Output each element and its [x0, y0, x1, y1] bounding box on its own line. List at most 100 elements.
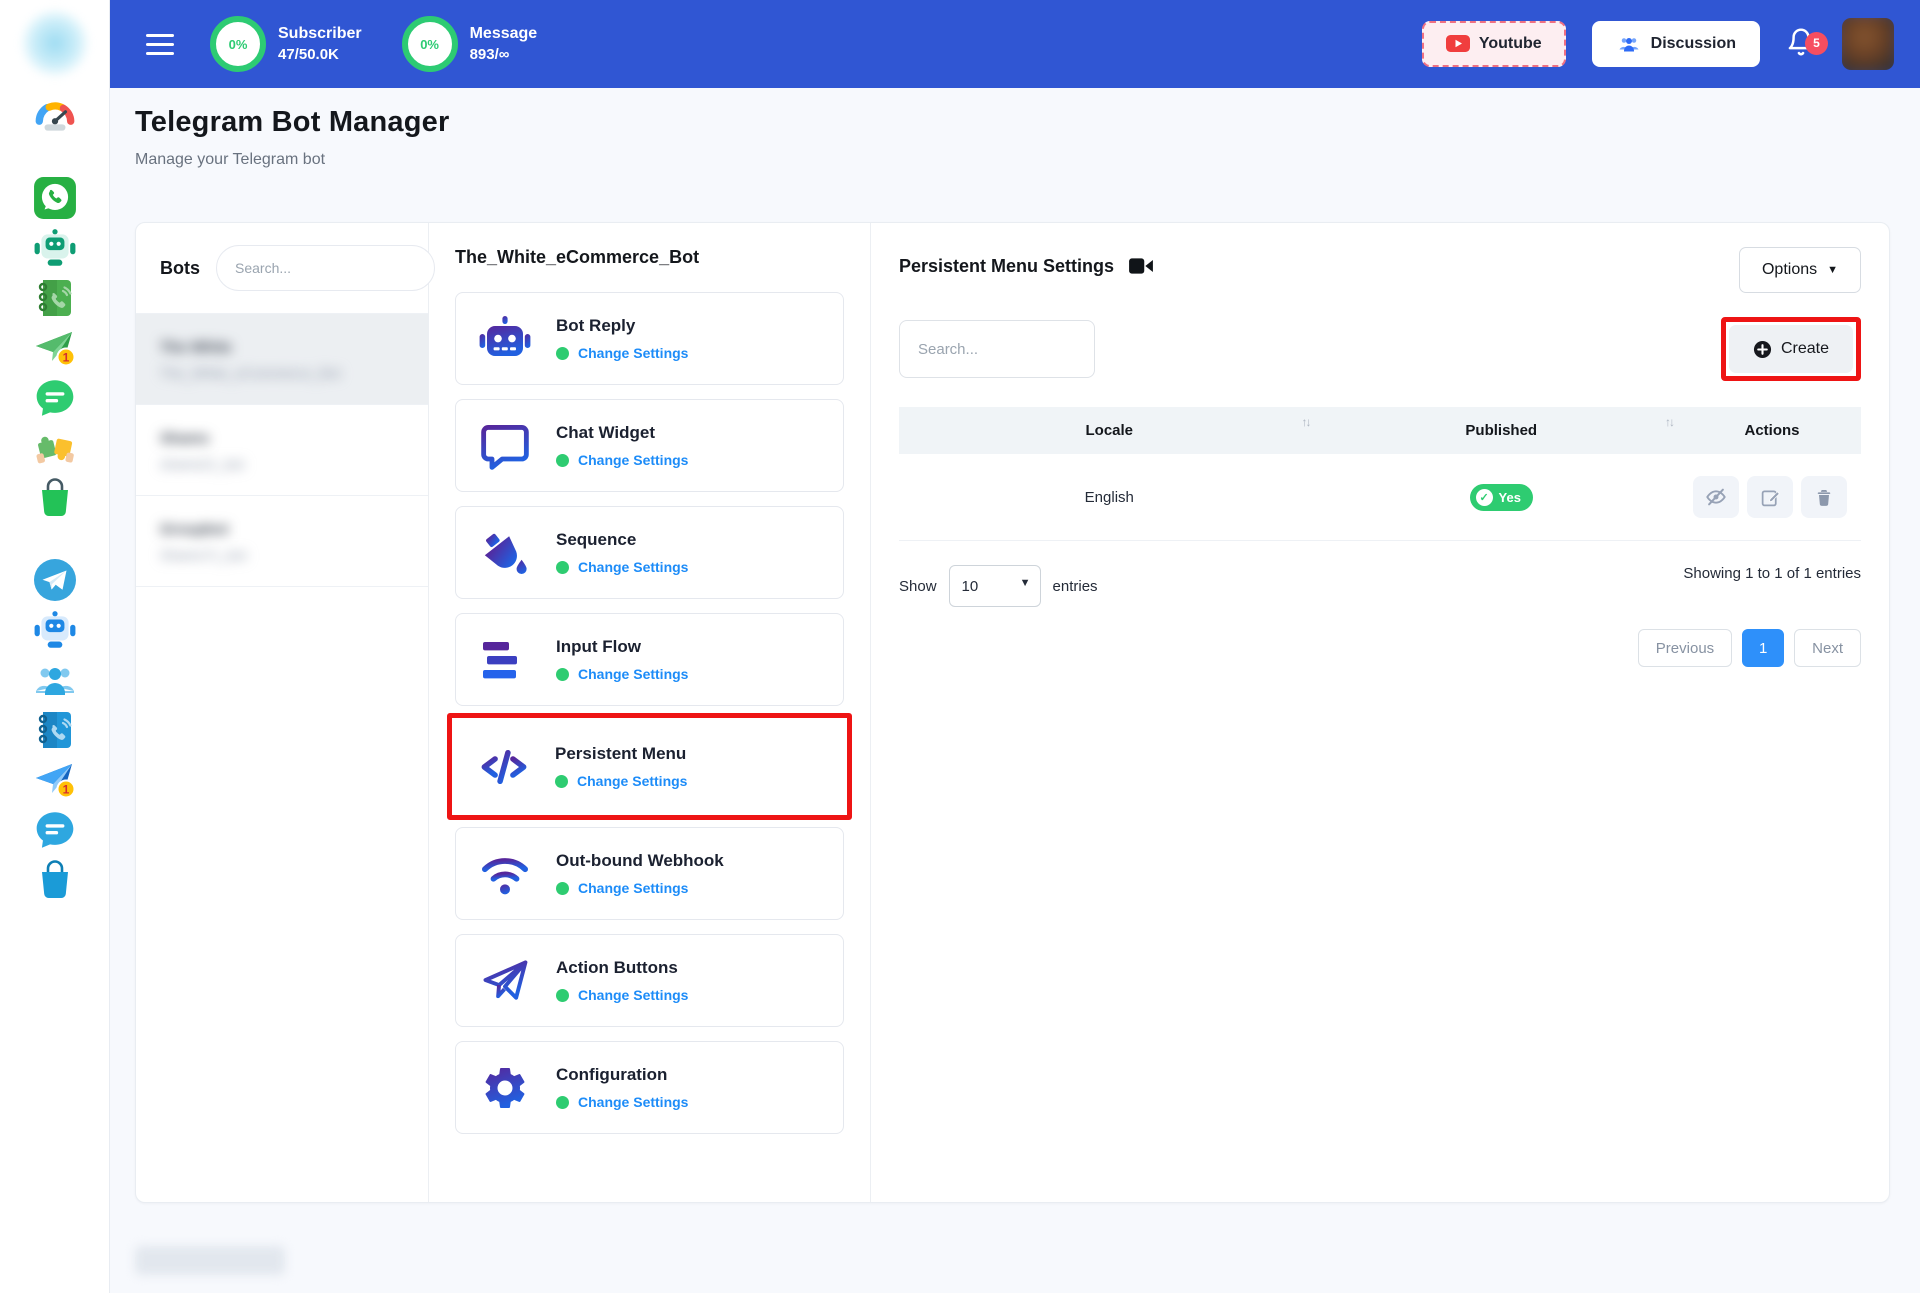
whatsapp-icon[interactable] [31, 174, 79, 222]
discussion-button[interactable]: Discussion [1591, 21, 1760, 67]
svg-text:1: 1 [62, 783, 69, 797]
status-dot [556, 453, 569, 467]
menu-card-title: Out-bound Webhook [556, 851, 724, 870]
chat-widget-icon [476, 417, 534, 475]
eye-slash-icon [1706, 488, 1726, 506]
sequence-icon [476, 524, 534, 582]
bot-list-item[interactable]: The White The_White_eCommerce_Bot [136, 314, 428, 405]
telegram-contacts-icon[interactable] [31, 706, 79, 754]
locale-cell: English [899, 454, 1320, 541]
next-page-button[interactable]: Next [1794, 629, 1861, 667]
settings-search-input[interactable] [899, 320, 1095, 378]
create-button-highlight: Create [1720, 317, 1861, 381]
options-button[interactable]: Options ▼ [1738, 247, 1861, 293]
menu-card-bot-reply[interactable]: Bot Reply Change Settings [455, 292, 844, 385]
notification-bell-button[interactable]: 5 [1786, 26, 1828, 63]
edit-pencil-icon [1761, 490, 1780, 506]
options-label: Options [1761, 261, 1818, 278]
change-settings-link[interactable]: Change Settings [578, 452, 688, 468]
message-progress-ring: 0% [401, 16, 458, 72]
message-label: Message [469, 25, 538, 42]
create-button[interactable]: Create [1728, 325, 1853, 373]
telegram-store-icon[interactable] [31, 856, 79, 904]
message-value: 893/∞ [469, 46, 510, 63]
previous-page-button[interactable]: Previous [1637, 629, 1733, 667]
svg-text:1: 1 [62, 351, 69, 365]
hamburger-menu-icon[interactable] [146, 33, 174, 55]
column-header-locale[interactable]: Locale ↑↓ [899, 407, 1320, 454]
status-dot [556, 1095, 569, 1109]
footer-blurred-text [135, 1246, 285, 1275]
integration-icon[interactable] [31, 424, 79, 472]
sort-icon[interactable]: ↑↓ [1665, 415, 1675, 429]
youtube-button[interactable]: Youtube [1421, 21, 1566, 67]
edit-button[interactable] [1747, 476, 1793, 518]
whatsapp-bot-icon[interactable] [31, 224, 79, 272]
status-dot [556, 346, 569, 360]
telegram-broadcast-icon[interactable]: 1 [31, 756, 79, 804]
change-settings-link[interactable]: Change Settings [578, 987, 688, 1003]
column-header-published[interactable]: Published ↑↓ [1319, 407, 1683, 454]
whatsapp-chat-icon[interactable] [31, 374, 79, 422]
change-settings-link[interactable]: Change Settings [578, 559, 688, 575]
menu-card-persistent-menu[interactable]: Persistent Menu Change Settings [455, 720, 844, 813]
check-icon: ✓ [1475, 488, 1493, 506]
whatsapp-store-icon[interactable] [31, 474, 79, 522]
current-page-button[interactable]: 1 [1742, 629, 1785, 667]
bot-username: shams21_bot [160, 456, 245, 472]
pagination: Previous 1 Next [899, 629, 1861, 667]
selected-bot-title: The_White_eCommerce_Bot [455, 247, 700, 267]
discussion-users-icon [1619, 38, 1639, 52]
show-label: Show [899, 577, 937, 595]
user-avatar[interactable] [1842, 18, 1894, 70]
change-settings-link[interactable]: Change Settings [578, 345, 688, 361]
telegram-chat-icon[interactable] [31, 806, 79, 854]
telegram-group-icon[interactable] [31, 656, 79, 704]
change-settings-link[interactable]: Change Settings [578, 880, 688, 896]
bots-search-input[interactable] [216, 245, 435, 291]
menu-card-title: Input Flow [556, 637, 641, 656]
table-row: English ✓ Yes [899, 454, 1861, 541]
top-bar: 0% Subscriber 47/50.0K 0% Message 893/∞ … [110, 0, 1920, 88]
trash-icon [1817, 489, 1831, 506]
dashboard-icon[interactable] [31, 92, 79, 140]
bot-reply-icon [476, 310, 534, 368]
whatsapp-contacts-icon[interactable] [31, 274, 79, 322]
menu-card-sequence[interactable]: Sequence Change Settings [455, 506, 844, 599]
action-buttons-icon [476, 952, 534, 1010]
bot-username: Shams71_bot [160, 547, 247, 563]
message-stat: 0% Message 893/∞ [401, 16, 538, 72]
video-tutorial-icon[interactable] [1128, 255, 1154, 277]
persistent-menu-table: Locale ↑↓ Published ↑↓ Actions English ✓… [899, 407, 1861, 541]
bot-list-item[interactable]: Shams shams21_bot [136, 405, 428, 496]
entries-per-page-select[interactable]: 10 [948, 565, 1041, 607]
menu-card-outbound-webhook[interactable]: Out-bound Webhook Change Settings [455, 827, 844, 920]
menu-card-input-flow[interactable]: Input Flow Change Settings [455, 613, 844, 706]
menu-card-configuration[interactable]: Configuration Change Settings [455, 1041, 844, 1134]
persistent-menu-icon [475, 738, 533, 796]
sort-icon[interactable]: ↑↓ [1302, 415, 1312, 429]
page-title: Telegram Bot Manager [135, 106, 450, 138]
bot-list-item[interactable]: Groupbot Shams71_bot [136, 496, 428, 587]
menu-card-chat-widget[interactable]: Chat Widget Change Settings [455, 399, 844, 492]
page-subtitle: Manage your Telegram bot [135, 151, 326, 168]
persistent-menu-settings-panel: Persistent Menu Settings Options ▼ Searc… [871, 223, 1889, 1202]
hide-button[interactable] [1693, 476, 1739, 518]
showing-entries-text: Showing 1 to 1 of 1 entries [1683, 565, 1861, 582]
menu-card-title: Configuration [556, 1065, 668, 1084]
change-settings-link[interactable]: Change Settings [578, 666, 688, 682]
app-sidebar: 1 1 [0, 0, 110, 1293]
status-dot [556, 988, 569, 1002]
status-dot [555, 774, 568, 788]
menu-card-title: Persistent Menu [555, 744, 687, 763]
delete-button[interactable] [1801, 476, 1847, 518]
menu-card-action-buttons[interactable]: Action Buttons Change Settings [455, 934, 844, 1027]
change-settings-link[interactable]: Change Settings [577, 773, 687, 789]
menu-card-title: Sequence [556, 530, 637, 549]
telegram-icon[interactable] [31, 556, 79, 604]
telegram-bot-icon[interactable] [31, 606, 79, 654]
published-badge: ✓ Yes [1469, 483, 1533, 511]
app-logo[interactable] [19, 8, 90, 78]
change-settings-link[interactable]: Change Settings [578, 1094, 688, 1110]
whatsapp-broadcast-icon[interactable]: 1 [31, 324, 79, 372]
